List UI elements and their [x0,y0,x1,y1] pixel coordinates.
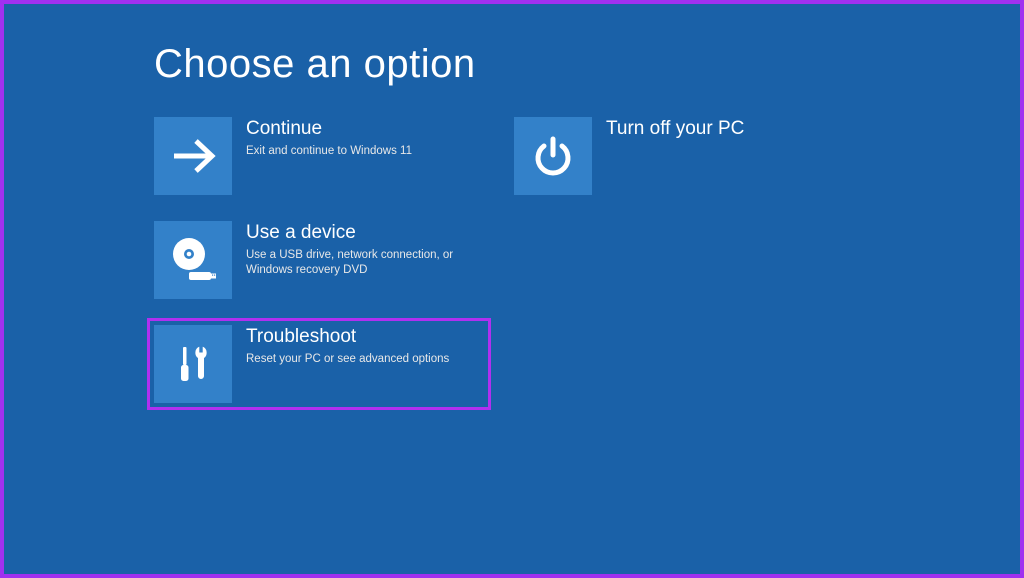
power-icon [514,117,592,195]
use-device-desc: Use a USB drive, network connection, or … [246,248,466,279]
continue-text: Continue Exit and continue to Windows 11 [246,117,412,159]
recovery-options-screen: Choose an option Continue Exit and conti… [4,4,1020,403]
turn-off-text: Turn off your PC [606,117,744,144]
troubleshoot-tile[interactable]: Troubleshoot Reset your PC or see advanc… [147,318,491,410]
page-title: Choose an option [154,42,1020,87]
troubleshoot-desc: Reset your PC or see advanced options [246,352,449,368]
options-column-left: Continue Exit and continue to Windows 11 [154,117,484,403]
use-device-text: Use a device Use a USB drive, network co… [246,221,466,279]
turn-off-title: Turn off your PC [606,119,744,140]
troubleshoot-title: Troubleshoot [246,327,449,348]
continue-desc: Exit and continue to Windows 11 [246,144,412,160]
continue-tile[interactable]: Continue Exit and continue to Windows 11 [154,117,484,195]
use-device-title: Use a device [246,223,466,244]
tools-icon [154,325,232,403]
arrow-right-icon [154,117,232,195]
continue-title: Continue [246,119,412,140]
turn-off-tile[interactable]: Turn off your PC [514,117,844,195]
use-device-tile[interactable]: Use a device Use a USB drive, network co… [154,221,484,299]
options-column-right: Turn off your PC [514,117,844,403]
options-grid: Continue Exit and continue to Windows 11 [154,117,1020,403]
disc-usb-icon [154,221,232,299]
troubleshoot-text: Troubleshoot Reset your PC or see advanc… [246,325,449,367]
